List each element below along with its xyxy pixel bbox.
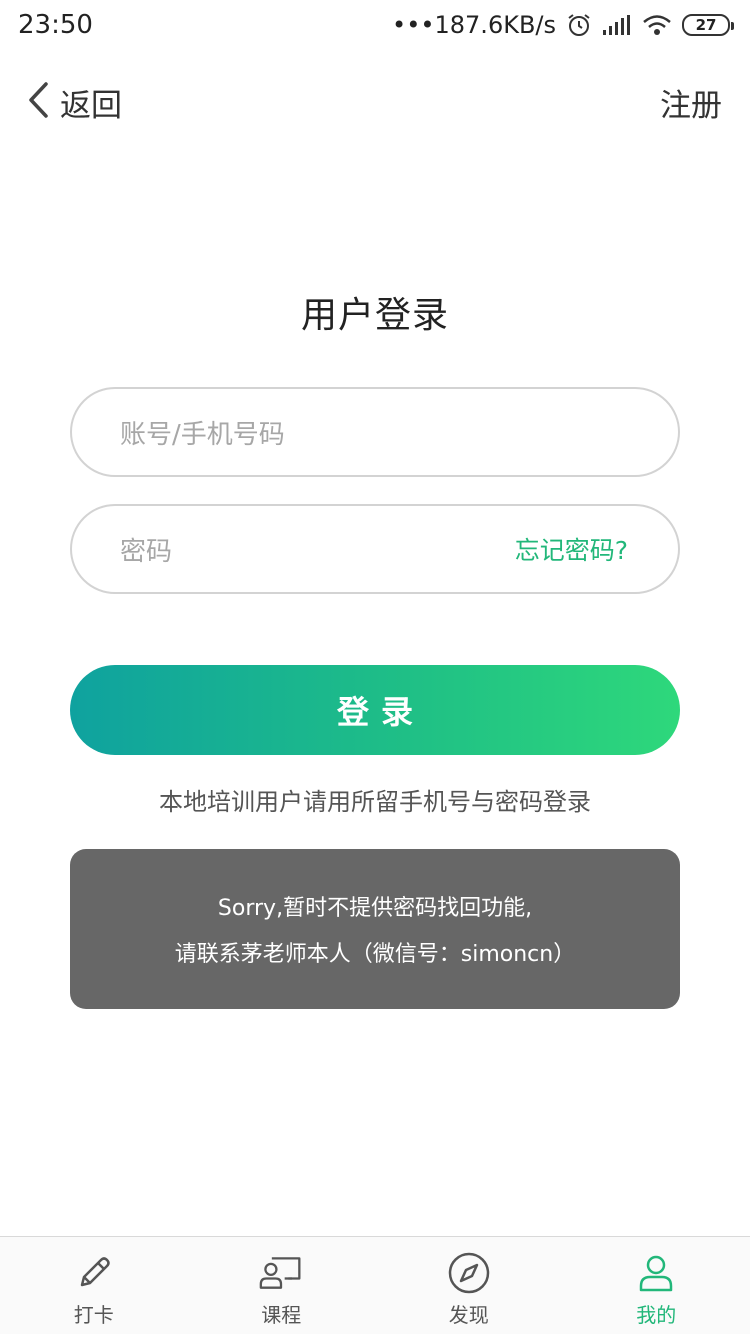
- toast-line-2: 请联系茅老师本人（微信号：simoncn）: [174, 942, 576, 967]
- tab-bar: 打卡 课程 发现 我的: [0, 1236, 750, 1334]
- battery-level: 27: [695, 16, 717, 34]
- network-speed: •••187.6KB/s: [392, 11, 556, 39]
- nav-bar: 返回 注册: [0, 66, 750, 138]
- toast-line-1: Sorry,暂时不提供密码找回功能,: [217, 896, 533, 921]
- login-hint: 本地培训用户请用所留手机号与密码登录: [159, 788, 591, 816]
- course-icon: [259, 1251, 303, 1295]
- tab-checkin[interactable]: 打卡: [0, 1237, 188, 1334]
- tab-label: 课程: [261, 1303, 302, 1327]
- tab-courses[interactable]: 课程: [188, 1237, 376, 1334]
- tab-discover[interactable]: 发现: [375, 1237, 563, 1334]
- status-bar: 23:50 •••187.6KB/s 27: [0, 0, 750, 50]
- password-placeholder: 密码: [120, 536, 173, 567]
- wifi-icon: [642, 14, 672, 36]
- forgot-password-link[interactable]: 忘记密码?: [515, 531, 628, 567]
- battery-icon: 27: [682, 14, 734, 36]
- status-indicators: •••187.6KB/s 27: [392, 11, 734, 39]
- alarm-icon: [566, 12, 592, 38]
- back-button[interactable]: 返回: [26, 80, 122, 125]
- account-input[interactable]: 账号/手机号码: [70, 387, 680, 477]
- page-title: 用户登录: [300, 295, 449, 336]
- tab-label: 打卡: [73, 1303, 114, 1327]
- register-link[interactable]: 注册: [660, 80, 722, 125]
- tab-label: 发现: [448, 1303, 489, 1327]
- tab-label: 我的: [636, 1303, 677, 1327]
- user-icon: [634, 1251, 678, 1295]
- signal-icon: [602, 14, 632, 36]
- chevron-left-icon: [26, 82, 50, 122]
- back-label: 返回: [60, 87, 122, 124]
- account-placeholder: 账号/手机号码: [120, 419, 285, 450]
- login-screen: 23:50 •••187.6KB/s 27 返回 注册 用户登录 账号/手机号码…: [0, 0, 750, 1334]
- toast-message: Sorry,暂时不提供密码找回功能, 请联系茅老师本人（微信号：simoncn）: [70, 849, 680, 1009]
- compass-icon: [447, 1251, 491, 1295]
- pencil-icon: [72, 1251, 116, 1295]
- tab-mine[interactable]: 我的: [563, 1237, 750, 1334]
- status-time: 23:50: [18, 10, 93, 40]
- password-input[interactable]: 密码 忘记密码?: [70, 504, 680, 594]
- login-button[interactable]: 登录: [70, 665, 680, 755]
